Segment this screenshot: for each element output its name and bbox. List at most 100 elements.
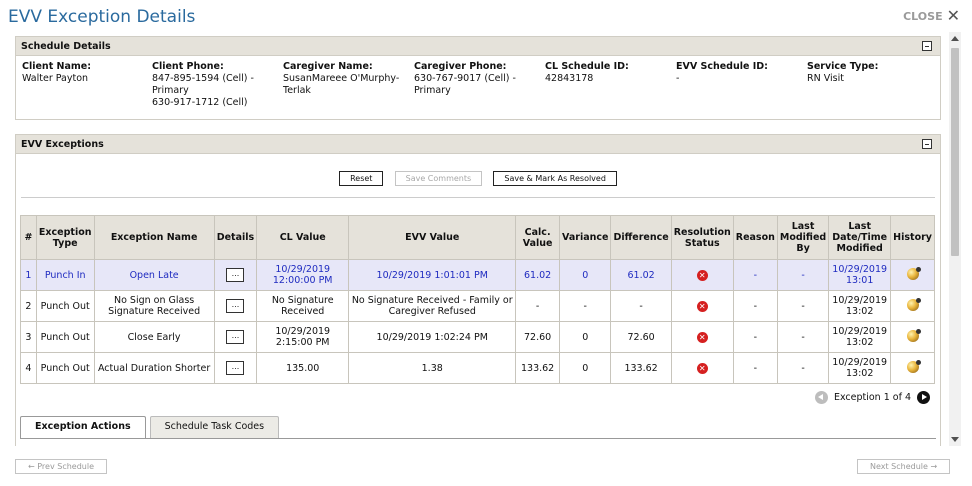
caregiver-phone-value: 630-767-9017 (Cell) - Primary xyxy=(414,73,516,96)
evv-exceptions-header: EVV Exceptions xyxy=(16,135,940,154)
history-icon[interactable] xyxy=(906,328,921,342)
service-type-label: Service Type: xyxy=(807,61,879,72)
client-name-value: Walter Payton xyxy=(22,73,89,84)
calc-value: 133.62 xyxy=(515,352,561,384)
details-button[interactable]: ... xyxy=(226,268,245,282)
scroll-down-icon[interactable] xyxy=(951,437,959,442)
history-cell xyxy=(890,259,935,291)
table-row[interactable]: 1 Punch In Open Late ... 10/29/2019 12:0… xyxy=(20,259,935,291)
collapse-exceptions-icon[interactable] xyxy=(922,139,932,149)
x-circle-icon: ✕ xyxy=(696,362,708,374)
last-modified-by: - xyxy=(776,321,830,353)
close-label: CLOSE xyxy=(903,9,943,23)
details-cell: ... xyxy=(213,321,258,353)
last-modified: 10/29/2019 13:02 xyxy=(828,352,892,384)
row-number: 1 xyxy=(20,259,37,291)
next-schedule-button[interactable]: Next Schedule → xyxy=(857,459,951,474)
reason: - xyxy=(732,259,778,291)
details-button[interactable]: ... xyxy=(226,299,245,313)
client-phone-label: Client Phone: xyxy=(152,61,224,72)
tab-exception-actions[interactable]: Exception Actions xyxy=(20,416,146,438)
last-modified-by: - xyxy=(776,352,830,384)
client-phone-field: Client Phone: 847-895-1594 (Cell) - Prim… xyxy=(152,61,283,109)
cl-schedule-id-field: CL Schedule ID: 42843178 xyxy=(545,61,676,109)
schedule-details-panel: Schedule Details Client Name: Walter Pay… xyxy=(15,36,941,120)
scrollbar-thumb[interactable] xyxy=(951,48,959,256)
x-circle-icon: ✕ xyxy=(696,300,708,312)
toolbar-divider xyxy=(21,197,935,198)
table-row[interactable]: 3 Punch Out Close Early ... 10/29/2019 2… xyxy=(20,321,935,353)
evv-exceptions-title: EVV Exceptions xyxy=(21,139,104,150)
last-modified: 10/29/2019 13:01 xyxy=(828,259,892,291)
caregiver-phone-field: Caregiver Phone: 630-767-9017 (Cell) - P… xyxy=(414,61,545,109)
col-header-evv-value: EVV Value xyxy=(348,215,517,260)
col-header-reason: Reason xyxy=(732,215,778,260)
cl-value: 10/29/2019 2:15:00 PM xyxy=(256,321,350,353)
exception-type: Punch Out xyxy=(35,290,95,322)
service-type-field: Service Type: RN Visit xyxy=(807,61,927,109)
table-row[interactable]: 4 Punch Out Actual Duration Shorter ... … xyxy=(20,352,935,384)
reason: - xyxy=(732,352,778,384)
exception-name: Close Early xyxy=(93,321,215,353)
details-cell: ... xyxy=(213,352,258,384)
pager-label: Exception 1 of 4 xyxy=(833,392,911,403)
collapse-schedule-icon[interactable] xyxy=(922,41,932,51)
col-header-exception-type: Exception Type xyxy=(35,215,95,260)
reset-button[interactable]: Reset xyxy=(339,171,384,186)
details-button[interactable]: ... xyxy=(226,361,245,375)
col-header-details: Details xyxy=(213,215,258,260)
exception-type: Punch Out xyxy=(35,321,95,353)
row-number: 3 xyxy=(20,321,37,353)
vertical-scrollbar[interactable] xyxy=(949,32,961,446)
exception-toolbar: Reset Save Comments Save & Mark As Resol… xyxy=(16,171,940,186)
tab-underline xyxy=(20,438,936,439)
evv-schedule-id-label: EVV Schedule ID: xyxy=(676,61,768,72)
col-header-number: # xyxy=(20,215,37,260)
last-modified: 10/29/2019 13:02 xyxy=(828,321,892,353)
cl-schedule-id-value: 42843178 xyxy=(545,73,594,84)
variance: 0 xyxy=(559,352,612,384)
dialog-content: Schedule Details Client Name: Walter Pay… xyxy=(0,32,948,446)
tab-schedule-task-codes[interactable]: Schedule Task Codes xyxy=(149,416,280,438)
service-type-value: RN Visit xyxy=(807,73,844,84)
caregiver-name-value: SusanMareee O'Murphy-Terlak xyxy=(283,73,400,96)
table-row[interactable]: 2 Punch Out No Sign on Glass Signature R… xyxy=(20,290,935,322)
cl-value: 10/29/2019 12:00:00 PM xyxy=(256,259,350,291)
client-phone-secondary: 630-917-1712 (Cell) xyxy=(152,97,248,108)
close-button[interactable]: CLOSE ✕ xyxy=(903,8,960,24)
prev-exception-icon[interactable] xyxy=(814,391,828,404)
next-exception-icon[interactable] xyxy=(917,391,930,404)
cl-schedule-id-label: CL Schedule ID: xyxy=(545,61,629,72)
reason: - xyxy=(732,290,778,322)
schedule-details-title: Schedule Details xyxy=(21,41,111,52)
history-icon[interactable] xyxy=(906,359,921,373)
evv-schedule-id-value: - xyxy=(676,73,680,84)
resolution-status: ✕ xyxy=(670,352,734,384)
evv-value: 1.38 xyxy=(348,352,517,384)
client-name-label: Client Name: xyxy=(22,61,92,72)
difference: 61.02 xyxy=(610,259,672,291)
col-header-last-modified-by: Last Modified By xyxy=(776,215,830,260)
cl-value: 135.00 xyxy=(256,352,350,384)
scroll-up-icon[interactable] xyxy=(951,36,959,41)
calc-value: 72.60 xyxy=(515,321,561,353)
history-cell xyxy=(890,290,935,322)
details-cell: ... xyxy=(213,259,258,291)
history-icon[interactable] xyxy=(906,297,921,311)
exception-type: Punch In xyxy=(35,259,95,291)
reason: - xyxy=(732,321,778,353)
save-mark-resolved-button[interactable]: Save & Mark As Resolved xyxy=(493,171,617,186)
evv-exceptions-panel: EVV Exceptions Reset Save Comments Save … xyxy=(15,134,941,446)
schedule-fields: Client Name: Walter Payton Client Phone:… xyxy=(16,56,940,114)
history-cell xyxy=(890,321,935,353)
resolution-status: ✕ xyxy=(670,259,734,291)
history-icon[interactable] xyxy=(906,266,921,280)
save-comments-button[interactable]: Save Comments xyxy=(394,171,483,186)
details-button[interactable]: ... xyxy=(226,330,245,344)
prev-schedule-button[interactable]: ← Prev Schedule xyxy=(15,459,108,474)
calc-value: - xyxy=(515,290,561,322)
col-header-exception-name: Exception Name xyxy=(93,215,215,260)
col-header-difference: Difference xyxy=(610,215,672,260)
evv-value: 10/29/2019 1:01:01 PM xyxy=(348,259,517,291)
exceptions-table: # Exception Type Exception Name Details … xyxy=(20,215,935,384)
